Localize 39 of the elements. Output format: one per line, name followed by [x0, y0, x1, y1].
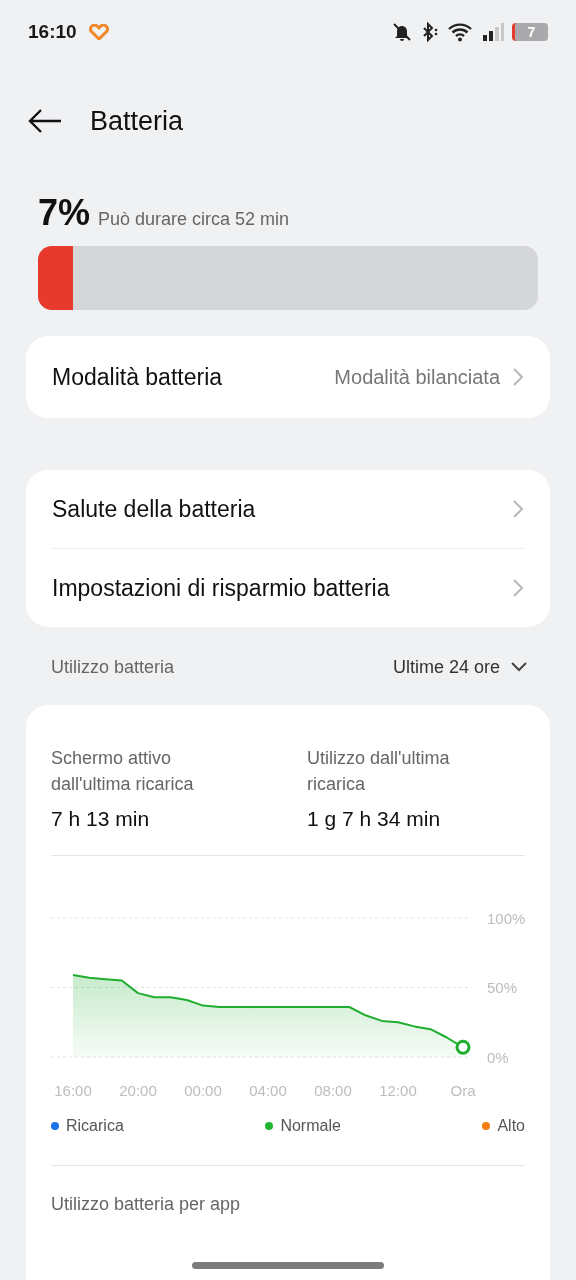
battery-mode-row[interactable]: Modalità batteria Modalità bilanciata [26, 336, 550, 418]
stat-label: Utilizzo dall'ultima ricarica [307, 747, 451, 796]
stat-value: 7 h 13 min [51, 807, 151, 831]
wifi-icon [448, 22, 474, 42]
settings-row[interactable]: Salute della batteria [26, 470, 550, 548]
chevron-right-icon [512, 499, 524, 519]
clock: 16:10 [28, 21, 77, 43]
battery-estimate: Può durare circa 52 min [98, 209, 290, 230]
current-point-marker [455, 1039, 471, 1055]
battery-percentage: 7% [38, 192, 91, 234]
chevron-right-icon [512, 578, 524, 598]
stat-label: Schermo attivo dall'ultima ricarica [51, 747, 195, 796]
axis-label: 16:00 [54, 1082, 92, 1099]
bluetooth-icon [420, 22, 440, 42]
legend-label: Normale [280, 1117, 341, 1135]
battery-indicator: 7 [512, 23, 548, 41]
axis-label: 50% [487, 979, 518, 996]
legend-label: Alto [497, 1117, 525, 1135]
section-title: Utilizzo batteria [51, 656, 175, 678]
legend-label: Ricarica [66, 1117, 124, 1135]
settings-row[interactable]: Impostazioni di risparmio batteria [26, 549, 550, 627]
axis-label: Ora [450, 1082, 476, 1099]
signal-icon [482, 22, 504, 42]
axis-label: 12:00 [379, 1082, 417, 1099]
chevron-down-icon [510, 661, 528, 673]
axis-label: 04:00 [249, 1082, 287, 1099]
axis-label: 20:00 [119, 1082, 157, 1099]
back-arrow-icon[interactable] [28, 108, 62, 134]
axis-label: 08:00 [314, 1082, 352, 1099]
axis-label: 00:00 [184, 1082, 222, 1099]
heart-icon [88, 24, 109, 40]
section-title: Utilizzo batteria per app [51, 1194, 241, 1215]
chevron-right-icon [512, 367, 524, 387]
bell-muted-icon [392, 22, 412, 42]
axis-label: 100% [487, 909, 525, 927]
stat-value: 1 g 7 h 34 min [307, 807, 442, 831]
axis-label: 0% [487, 1048, 509, 1066]
range-dropdown[interactable]: Ultime 24 ore [392, 656, 528, 678]
page-title: Batteria [90, 105, 184, 137]
